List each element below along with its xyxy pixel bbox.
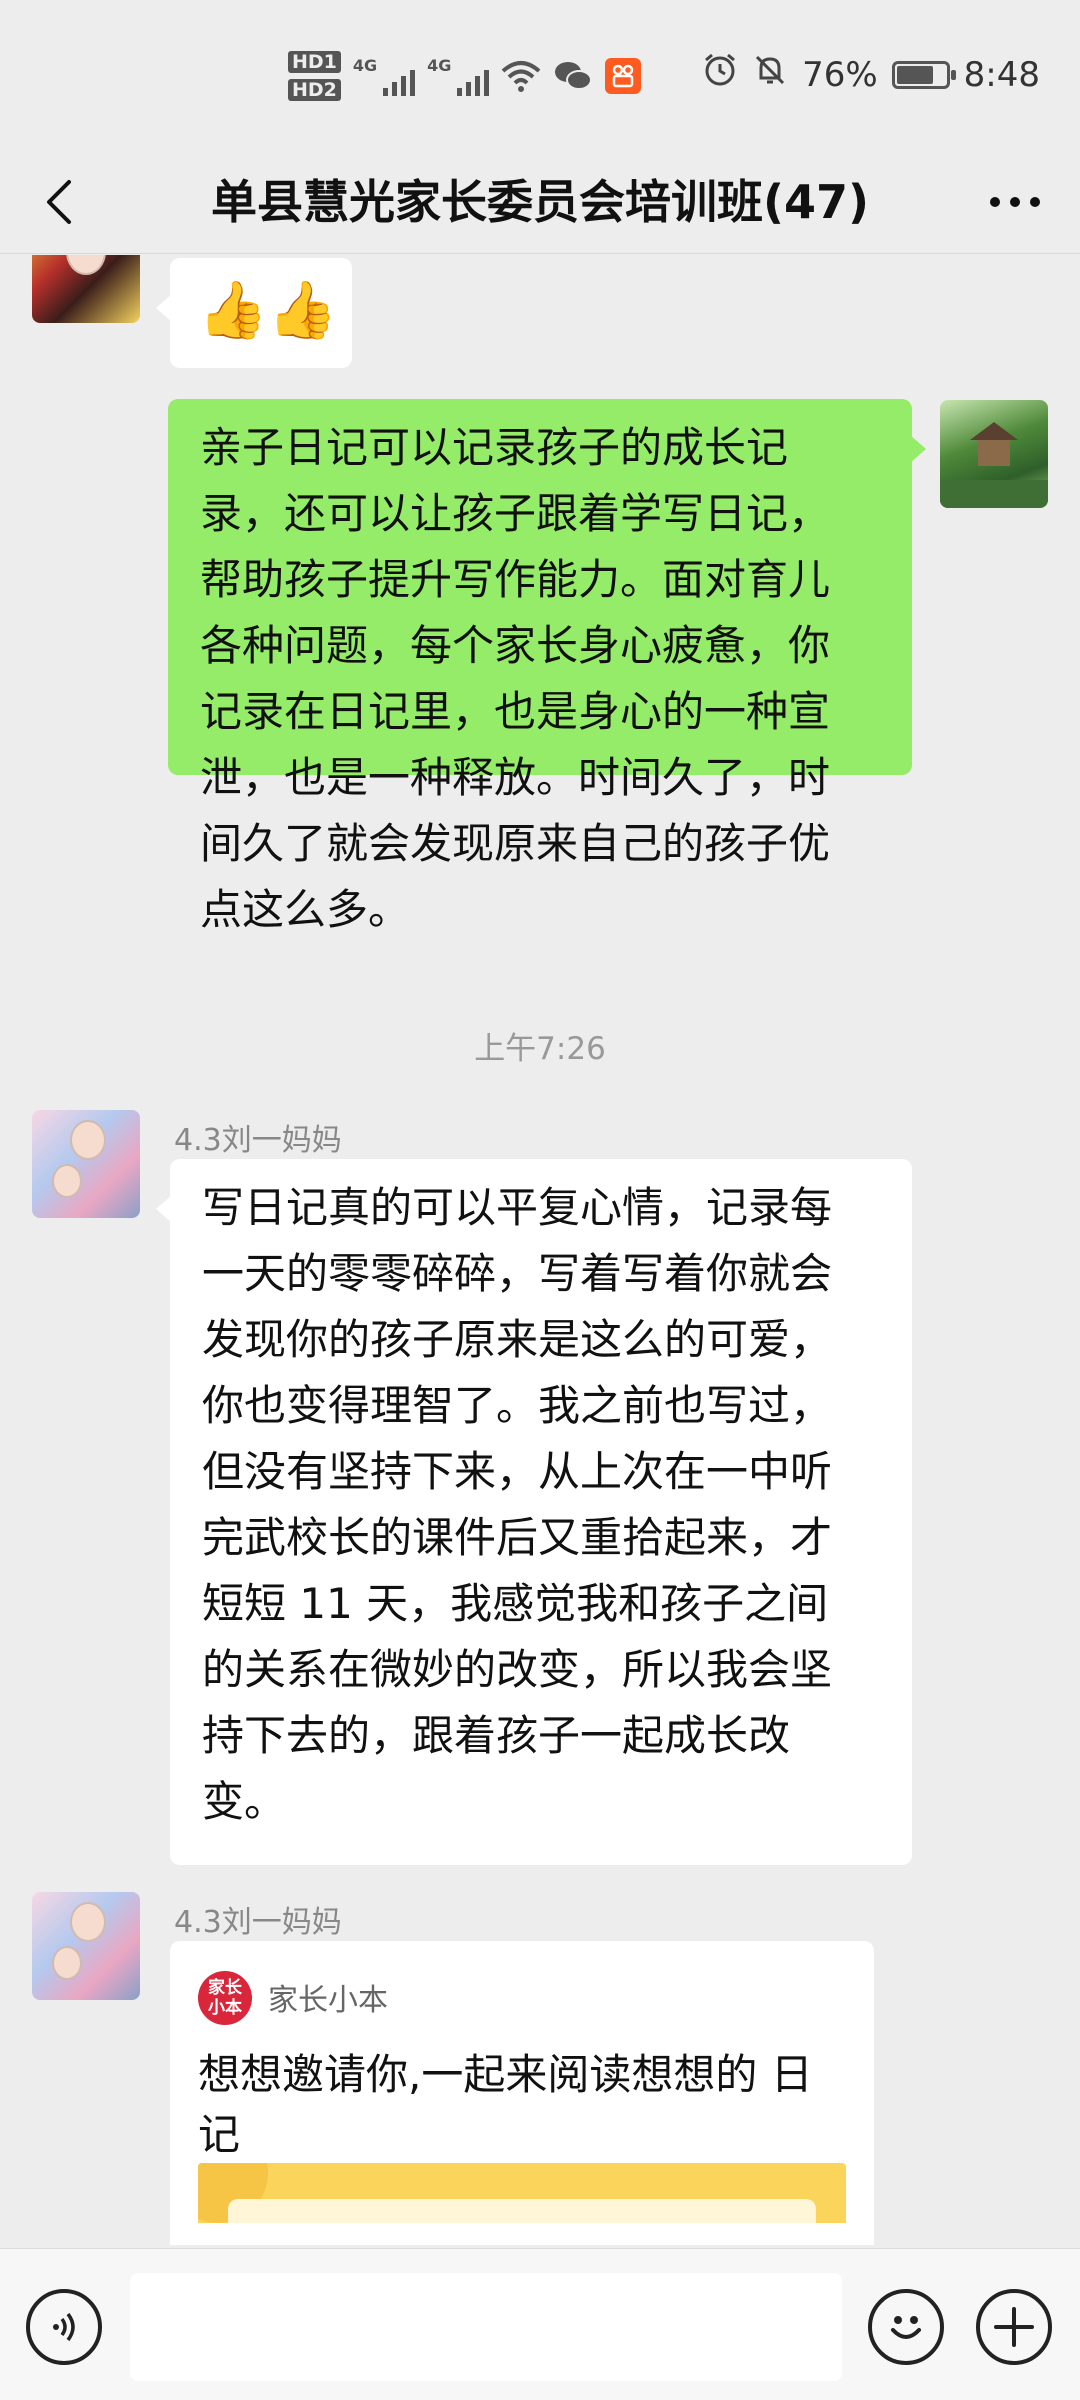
- card-source-name: 家长小本: [268, 1983, 388, 2018]
- message-line: 各种问题，每个家长身心疲惫，你: [200, 621, 831, 670]
- status-right: 76% 8:48: [702, 52, 1040, 97]
- message-bubble-received[interactable]: 写日记真的可以平复心情，记录每 一天的零零碎碎，写着写着你就会 发现你的孩子原来…: [156, 1159, 912, 1865]
- message-text: 写日记真的可以平复心情，记录每 一天的零零碎碎，写着写着你就会 发现你的孩子原来…: [202, 1175, 892, 1835]
- emoji-button[interactable]: [868, 2289, 944, 2365]
- sim1-badge: HD1: [288, 51, 341, 73]
- emoji-icon: [891, 2316, 921, 2339]
- sim2-badge: HD2: [288, 79, 341, 101]
- plus-icon: [994, 2307, 1034, 2347]
- message-line: 点这么多。: [200, 885, 411, 934]
- chat-title: 单县慧光家长委员会培训班(47): [210, 175, 870, 229]
- message-line: 泄，也是一种释放。时间久了，时: [200, 753, 831, 802]
- battery-icon: [891, 60, 956, 89]
- message-line: 持下去的，跟着孩子一起成长改: [202, 1711, 791, 1760]
- input-bar: [0, 2248, 1080, 2400]
- net2-label: 4G: [427, 56, 452, 75]
- thumbs-up-emoji: 👍👍: [198, 278, 338, 343]
- sender-name: 4.3刘一妈妈: [174, 1905, 342, 1940]
- battery-percent: 76%: [802, 54, 878, 95]
- status-left: HD1 HD2 4G 4G: [288, 46, 642, 106]
- message-line: 变。: [202, 1777, 287, 1826]
- mute-bell-icon: [752, 52, 788, 97]
- status-bar: HD1 HD2 4G 4G 76% 8:48: [0, 0, 1080, 150]
- message-line: 完武校长的课件后又重拾起来，才: [202, 1513, 833, 1562]
- message-line: 发现你的孩子原来是这么的可爱，: [202, 1315, 833, 1364]
- message-bubble-emoji[interactable]: 👍👍: [156, 258, 352, 368]
- signal1-icon: 4G: [352, 56, 416, 96]
- message-line: 帮助孩子提升写作能力。面对育儿: [200, 555, 831, 604]
- chevron-left-icon: [47, 180, 71, 224]
- message-line: 写日记真的可以平复心情，记录每: [202, 1183, 833, 1232]
- battery-fill: [896, 65, 933, 84]
- time-divider: 上午7:26: [474, 1031, 606, 1067]
- avatar[interactable]: [32, 1892, 140, 2000]
- card-thumbnail: [198, 2163, 846, 2223]
- more-horizontal-icon: [990, 197, 1040, 207]
- net1-label: 4G: [352, 56, 378, 75]
- wifi-icon: [501, 56, 541, 96]
- message-line: 但没有坚持下来，从上次在一中听: [202, 1447, 833, 1496]
- sim-indicators: HD1 HD2: [288, 51, 341, 101]
- clock: 8:48: [963, 54, 1040, 95]
- message-input[interactable]: [130, 2273, 842, 2381]
- chat-area[interactable]: 👍👍 亲子日记可以记录孩子的成长记 录，还可以让孩子跟着学写日记， 帮助孩子提升…: [0, 255, 1080, 2245]
- card-title-line: 想想邀请你,一起来阅读想想的: [198, 2050, 758, 2099]
- alarm-icon: [702, 52, 738, 97]
- voice-button[interactable]: [26, 2289, 102, 2365]
- sender-name: 4.3刘一妈妈: [174, 1123, 342, 1158]
- more-button[interactable]: [980, 170, 1050, 234]
- card-title: 想想邀请你,一起来阅读想想的 日记: [198, 2045, 846, 2165]
- message-line: 记录在日记里，也是身心的一种宣: [200, 687, 831, 736]
- chat-header: 单县慧光家长委员会培训班(47): [0, 150, 1080, 254]
- avatar[interactable]: [32, 1110, 140, 1218]
- message-bubble-sent[interactable]: 亲子日记可以记录孩子的成长记 录，还可以让孩子跟着学写日记， 帮助孩子提升写作能…: [168, 399, 926, 934]
- avatar-self[interactable]: [940, 400, 1048, 508]
- avatar[interactable]: [32, 255, 140, 323]
- card-source-logo: 家长 小本: [198, 1971, 252, 2025]
- back-button[interactable]: [26, 170, 90, 234]
- link-card[interactable]: 家长 小本 家长小本 想想邀请你,一起来阅读想想的 日记: [170, 1941, 874, 2245]
- wechat-icon: [553, 56, 593, 96]
- message-line: 间久了就会发现原来自己的孩子优: [200, 819, 831, 868]
- message-text: 亲子日记可以记录孩子的成长记 录，还可以让孩子跟着学写日记， 帮助孩子提升写作能…: [200, 415, 890, 943]
- message-line: 短短 11 天，我感觉我和孩子之间: [202, 1579, 829, 1628]
- message-line: 录，还可以让孩子跟着学写日记，: [200, 489, 831, 538]
- message-line: 一天的零零碎碎，写着写着你就会: [202, 1249, 833, 1298]
- kuaishou-icon: [605, 58, 642, 94]
- message-line: 你也变得理智了。我之前也写过，: [202, 1381, 833, 1430]
- message-line: 的关系在微妙的改变，所以我会坚: [202, 1645, 833, 1694]
- message-line: 亲子日记可以记录孩子的成长记: [200, 423, 789, 472]
- signal2-icon: 4G: [427, 56, 490, 96]
- voice-icon: [53, 2312, 75, 2342]
- more-functions-button[interactable]: [976, 2289, 1052, 2365]
